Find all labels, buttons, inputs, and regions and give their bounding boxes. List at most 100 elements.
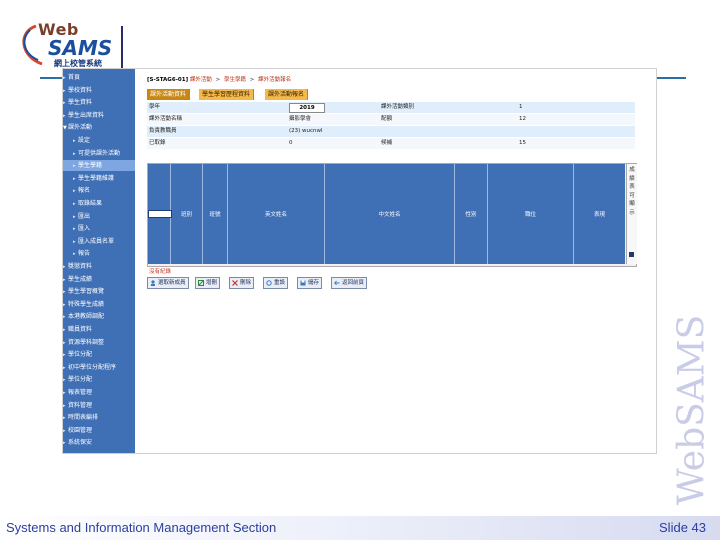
tab-activity-enrolment[interactable]: 課外活動報名 bbox=[265, 89, 309, 100]
sidebar-item-8[interactable]: ▸ 學生學籍維護 bbox=[63, 173, 135, 184]
admitted-value: 0 bbox=[289, 140, 293, 146]
sidebar-item-12[interactable]: ▸ 匯入 bbox=[63, 223, 135, 234]
sidebar-item-label: 首頁 bbox=[68, 74, 81, 81]
sidebar-item-1[interactable]: ▸ 學校資料 bbox=[63, 85, 135, 96]
sidebar-item-label: 報告 bbox=[78, 250, 91, 258]
sidebar-item-29[interactable]: ▸ 系統保安 bbox=[63, 437, 135, 448]
decorative-line-right bbox=[652, 77, 686, 79]
sidebar-item-6[interactable]: ▸ 可提供課外活動 bbox=[63, 148, 135, 159]
sidebar-item-27[interactable]: ▸ 時間表編排 bbox=[63, 412, 135, 423]
col-english-name: 英文姓名 bbox=[228, 164, 325, 264]
tab-student-record[interactable]: 學生學習歷程資料 bbox=[199, 89, 255, 100]
activity-name-value: 攝影學會 bbox=[289, 116, 312, 122]
breadcrumb: [S-STAG6-01] 課外活動 > 學生學籍 > 課外活動報名 bbox=[147, 77, 292, 83]
sidebar-item-26[interactable]: ▸ 資料管理 bbox=[63, 400, 135, 411]
slide-number: Slide 43 bbox=[659, 520, 706, 535]
sidebar-item-label: 資源學科調整 bbox=[68, 338, 105, 346]
col-class: 班別 bbox=[171, 164, 203, 264]
sidebar-item-label: 報名 bbox=[78, 187, 91, 195]
sidebar-item-23[interactable]: ▸ 初中學位分配程序 bbox=[63, 362, 135, 373]
sidebar-item-label: 學生學籍 bbox=[78, 162, 103, 170]
sidebar-item-10[interactable]: ▸ 取錄結果 bbox=[63, 198, 135, 209]
footer-section-name: Systems and Information Management Secti… bbox=[6, 520, 277, 535]
sidebar-item-4[interactable]: ▼課外活動 bbox=[63, 122, 135, 133]
sidebar-item-24[interactable]: ▸ 學位分配 bbox=[63, 374, 135, 385]
sidebar-item-label: 學生資料 bbox=[68, 99, 93, 107]
sidebar-item-28[interactable]: ▸ 校園管理 bbox=[63, 425, 135, 436]
sidebar-item-15[interactable]: ▸ 獎懲資料 bbox=[63, 261, 135, 272]
websams-logo: Web SAMS 網上校管系統 bbox=[14, 18, 124, 72]
sidebar-item-label: 學生出席資料 bbox=[68, 111, 105, 119]
sidebar-item-label: 獎懲資料 bbox=[68, 263, 93, 270]
sidebar-item-25[interactable]: ▸ 報表管理 bbox=[63, 387, 135, 398]
breadcrumb-link-3[interactable]: 課外活動報名 bbox=[258, 77, 291, 83]
sidebar-item-5[interactable]: ▸ 設定 bbox=[63, 135, 135, 146]
sidebar-item-17[interactable]: ▸ 學生學習概覽 bbox=[63, 286, 135, 297]
sidebar-item-21[interactable]: ▸ 資源學科調整 bbox=[63, 337, 135, 348]
logo-sams-text: SAMS bbox=[48, 36, 113, 60]
info-row-year: 學年 2019 課外活動類別 1 bbox=[147, 102, 635, 113]
waitlist-label: 候補 bbox=[381, 140, 393, 146]
reset-button[interactable]: 重設 bbox=[263, 277, 289, 289]
sidebar-item-9[interactable]: ▸ 報名 bbox=[63, 185, 135, 196]
sidebar-item-13[interactable]: ▸ 匯入成員名單 bbox=[63, 236, 135, 247]
teacher-value: (23) wucnwl bbox=[289, 128, 323, 134]
edit-button[interactable]: 增刪 bbox=[195, 277, 221, 289]
sidebar-item-18[interactable]: ▸ 特殊學生成績 bbox=[63, 299, 135, 310]
sidebar-item-20[interactable]: ▸ 職員資料 bbox=[63, 324, 135, 335]
breadcrumb-link-2[interactable]: 學生學籍 bbox=[224, 77, 246, 83]
teacher-label: 負責教職員 bbox=[149, 128, 177, 134]
sidebar-item-19[interactable]: ▸ 本港教師調配 bbox=[63, 311, 135, 322]
breadcrumb-link-1[interactable]: 課外活動 bbox=[190, 77, 212, 83]
sidebar-nav: ▸ 首頁 ▸ 學校資料 ▸ 學生資料 ▸ 學生出席資料 ▼課外活動 ▸ 設定 ▸ 可提供課外活動 ▸ 學生學… bbox=[63, 69, 135, 453]
add-member-button[interactable]: 選取新成員 bbox=[147, 277, 189, 289]
quota-label: 配額 bbox=[381, 116, 393, 122]
info-row-name: 課外活動名稱 攝影學會 配額 12 bbox=[147, 114, 635, 125]
sidebar-item-label: 學生學習概覽 bbox=[68, 288, 105, 296]
sidebar-item-label: 課外活動 bbox=[68, 124, 93, 132]
delete-icon bbox=[232, 280, 238, 286]
sidebar-item-7[interactable]: ▸ 學生學籍 bbox=[63, 160, 135, 172]
sidebar-item-label: 設定 bbox=[78, 137, 91, 144]
sidebar-item-11[interactable]: ▸ 匯出 bbox=[63, 211, 135, 222]
col-chinese-name: 中文姓名 bbox=[325, 164, 455, 264]
back-button[interactable]: 返回前頁 bbox=[331, 277, 368, 289]
sidebar-item-label: 取錄結果 bbox=[78, 200, 103, 207]
col-performance: 表現 bbox=[593, 212, 605, 218]
sidebar-item-3[interactable]: ▸ 學生出席資料 bbox=[63, 110, 135, 121]
sidebar-item-label: 匯入成員名單 bbox=[78, 237, 115, 245]
member-table-header: 班別 班號 英文姓名 中文姓名 性別 職位 表現 bbox=[148, 164, 625, 264]
quota-value: 12 bbox=[519, 116, 526, 122]
sidebar-item-label: 學生學籍維護 bbox=[78, 174, 115, 182]
col-gender: 性別 bbox=[455, 164, 488, 264]
category-label: 課外活動類別 bbox=[381, 104, 415, 110]
report-visible-label: 成績表可顯示 bbox=[629, 167, 635, 216]
year-value: 2019 bbox=[289, 103, 325, 113]
col-post: 職位 bbox=[488, 164, 574, 264]
report-visible-checkbox[interactable] bbox=[629, 252, 634, 257]
sidebar-item-label: 報表管理 bbox=[68, 389, 93, 396]
websams-watermark: WebSAMS bbox=[671, 314, 713, 506]
app-screenshot: ▸ 首頁 ▸ 學校資料 ▸ 學生資料 ▸ 學生出席資料 ▼課外活動 ▸ 設定 ▸ 可提供課外活動 ▸ 學生學… bbox=[62, 68, 657, 454]
sidebar-item-22[interactable]: ▸ 學位分配 bbox=[63, 349, 135, 360]
sidebar-item-label: 職員資料 bbox=[68, 326, 93, 333]
sidebar-item-14[interactable]: ▸ 報告 bbox=[63, 248, 135, 259]
save-button[interactable]: 儲存 bbox=[297, 277, 323, 289]
sidebar-item-0[interactable]: ▸ 首頁 bbox=[63, 72, 135, 83]
sidebar-item-label: 時間表編排 bbox=[68, 414, 99, 422]
logo-divider bbox=[121, 26, 123, 70]
sidebar-item-16[interactable]: ▸ 學生成績 bbox=[63, 274, 135, 285]
waitlist-value: 15 bbox=[519, 140, 526, 146]
delete-button[interactable]: 刪除 bbox=[229, 277, 255, 289]
sidebar-item-label: 匯出 bbox=[78, 212, 91, 220]
sidebar-item-2[interactable]: ▸ 學生資料 bbox=[63, 97, 135, 108]
add-member-icon bbox=[151, 280, 155, 286]
sidebar-item-label: 系統保安 bbox=[68, 439, 93, 447]
member-table: 班別 班號 英文姓名 中文姓名 性別 職位 表現 成績表可顯示 bbox=[147, 163, 637, 267]
edit-icon bbox=[198, 280, 204, 286]
sidebar-item-label: 學生成績 bbox=[68, 275, 93, 283]
tab-activity-info[interactable]: 課外活動資料 bbox=[147, 89, 191, 100]
select-all-checkbox[interactable] bbox=[148, 210, 172, 218]
sidebar-item-label: 可提供課外活動 bbox=[78, 149, 121, 157]
info-row-admitted: 已取錄 0 候補 15 bbox=[147, 138, 635, 149]
